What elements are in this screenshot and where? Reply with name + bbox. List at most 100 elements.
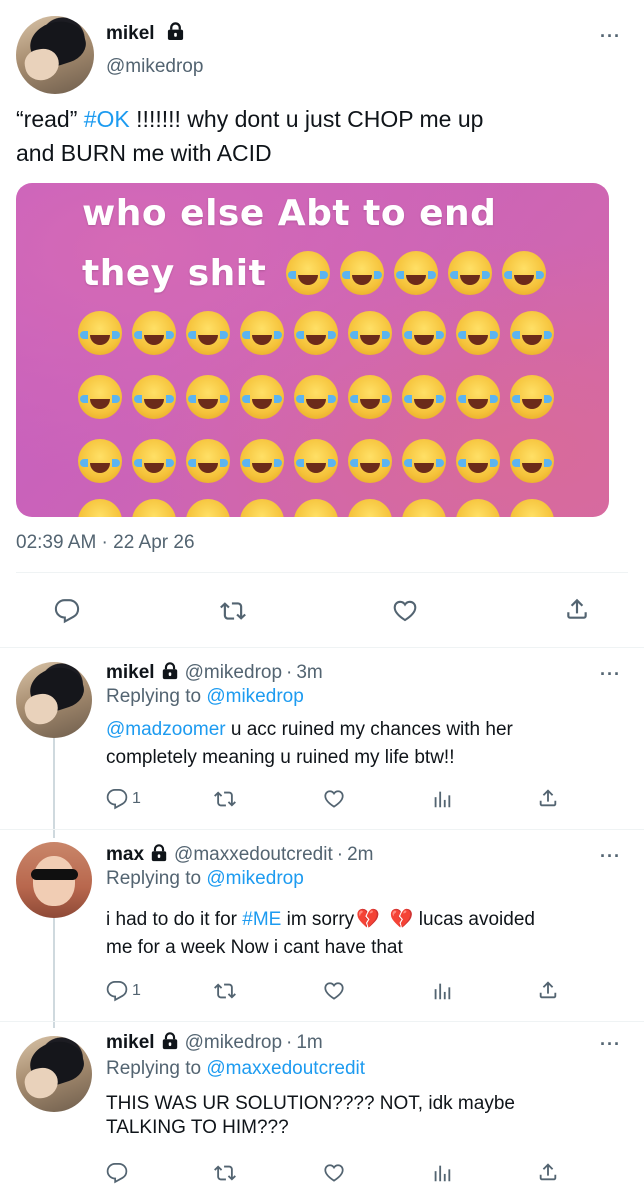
reply-header: mikel @mikedrop · 1m <box>106 1032 323 1054</box>
laughing-emoji <box>294 439 338 483</box>
laughing-emoji <box>340 251 384 295</box>
like-button[interactable] <box>323 1162 345 1184</box>
laughing-emoji <box>348 439 392 483</box>
share-icon <box>564 596 590 622</box>
display-name-text[interactable]: mikel <box>106 23 155 44</box>
laughing-emoji <box>186 311 230 355</box>
relative-time[interactable]: 2m <box>347 844 373 865</box>
avatar[interactable] <box>16 662 92 738</box>
replying-to: Replying to @mikedrop <box>106 868 304 890</box>
relative-time[interactable]: 3m <box>296 662 322 683</box>
share-button[interactable] <box>537 787 559 809</box>
divider <box>16 572 628 573</box>
reply-tweet[interactable]: max @maxxedoutcredit · 2m ··· Replying to @… <box>0 830 644 1022</box>
replying-label: Replying to <box>106 868 202 889</box>
separator: · <box>286 1032 293 1053</box>
share-icon <box>537 979 559 1001</box>
laughing-emoji <box>294 499 338 517</box>
laughing-emoji <box>132 439 176 483</box>
laughing-emoji <box>456 311 500 355</box>
analytics-button[interactable] <box>431 980 453 1002</box>
handle[interactable]: @mikedrop <box>106 56 203 78</box>
display-name[interactable]: mikel <box>106 1032 155 1053</box>
laughing-emoji <box>132 499 176 517</box>
reply-text: i had to do it for #ME im sorry 💔 💔 lucas … <box>106 906 616 962</box>
main-tweet[interactable]: mikel @mikedrop ··· “read” #OK !!!!!!! w… <box>0 0 644 648</box>
laughing-emoji <box>286 251 330 295</box>
mention-link[interactable]: @madzoomer <box>106 719 226 740</box>
tweet-text: “read” #OK !!!!!!! why dont u just CHOP … <box>16 102 626 170</box>
tweet-text-part: !!!!!!! why dont u just CHOP me up <box>129 106 484 132</box>
laughing-emoji <box>78 439 122 483</box>
separator: · <box>286 662 293 683</box>
analytics-button[interactable] <box>431 788 453 810</box>
analytics-icon <box>431 788 453 810</box>
reply-tweet[interactable]: mikel @mikedrop · 3m ··· Replying to @miked… <box>0 648 644 830</box>
more-icon[interactable]: ··· <box>600 26 621 47</box>
tweet-text-part: “read” <box>16 106 84 132</box>
laughing-emoji <box>456 375 500 419</box>
image-text-line: who else Abt to end <box>82 193 497 234</box>
mention-link[interactable]: @maxxedoutcredit <box>206 1058 365 1079</box>
reply-button[interactable]: 1 <box>106 788 141 810</box>
laughing-emoji <box>510 499 554 517</box>
more-icon[interactable]: ··· <box>600 1034 621 1055</box>
tweet-timestamp[interactable]: 02:39 AM · 22 Apr 26 <box>16 532 195 554</box>
display-name[interactable]: mikel <box>106 22 185 45</box>
reply-count: 1 <box>132 790 141 807</box>
laughing-emoji <box>402 311 446 355</box>
laughing-emoji-row <box>78 499 564 517</box>
like-button[interactable] <box>392 598 418 624</box>
analytics-button[interactable] <box>431 1162 453 1184</box>
mention-link[interactable]: @mikedrop <box>206 868 303 889</box>
laughing-emoji <box>78 499 122 517</box>
reply-text-part: im sorry <box>281 909 355 930</box>
reply-tweet[interactable]: mikel @mikedrop · 1m ··· Replying to @maxxe… <box>0 1022 644 1200</box>
avatar[interactable] <box>16 16 94 94</box>
share-icon <box>537 1161 559 1183</box>
reply-button[interactable]: 1 <box>106 980 141 1002</box>
handle[interactable]: @maxxedoutcredit <box>174 844 333 865</box>
avatar[interactable] <box>16 1036 92 1112</box>
share-button[interactable] <box>564 596 590 622</box>
avatar[interactable] <box>16 842 92 918</box>
retweet-button[interactable] <box>220 598 246 624</box>
laughing-emoji <box>132 375 176 419</box>
mention-link[interactable]: @mikedrop <box>206 686 303 707</box>
retweet-icon <box>214 788 236 810</box>
laughing-emoji-row <box>286 251 556 295</box>
share-button[interactable] <box>537 1161 559 1183</box>
reply-icon <box>106 980 128 1002</box>
reply-text-line: THIS WAS UR SOLUTION???? NOT, idk maybe <box>106 1093 515 1114</box>
reply-button[interactable] <box>106 1162 128 1184</box>
handle[interactable]: @mikedrop <box>185 662 282 683</box>
laughing-emoji <box>240 439 284 483</box>
more-icon[interactable]: ··· <box>600 846 621 867</box>
like-button[interactable] <box>323 980 345 1002</box>
more-icon[interactable]: ··· <box>600 664 621 685</box>
retweet-button[interactable] <box>214 1162 236 1184</box>
laughing-emoji <box>402 439 446 483</box>
share-button[interactable] <box>537 979 559 1001</box>
hashtag-link[interactable]: #ME <box>242 909 281 930</box>
laughing-emoji <box>294 375 338 419</box>
retweet-button[interactable] <box>214 788 236 810</box>
laughing-emoji <box>348 499 392 517</box>
replying-to: Replying to @maxxedoutcredit <box>106 1058 365 1080</box>
laughing-emoji <box>402 375 446 419</box>
laughing-emoji <box>240 311 284 355</box>
retweet-icon <box>220 598 246 624</box>
retweet-button[interactable] <box>214 980 236 1002</box>
like-button[interactable] <box>323 788 345 810</box>
laughing-emoji-row <box>78 375 564 419</box>
laughing-emoji <box>78 375 122 419</box>
relative-time[interactable]: 1m <box>296 1032 322 1053</box>
reply-button[interactable] <box>54 598 80 624</box>
handle[interactable]: @mikedrop <box>185 1032 282 1053</box>
display-name[interactable]: max <box>106 844 144 865</box>
hashtag-link[interactable]: #OK <box>84 106 130 132</box>
reply-header: mikel @mikedrop · 3m <box>106 662 323 684</box>
reply-text-part: u acc ruined my chances with her <box>225 719 513 740</box>
display-name[interactable]: mikel <box>106 662 155 683</box>
tweet-media-image[interactable]: who else Abt to end they shit <box>16 183 609 517</box>
